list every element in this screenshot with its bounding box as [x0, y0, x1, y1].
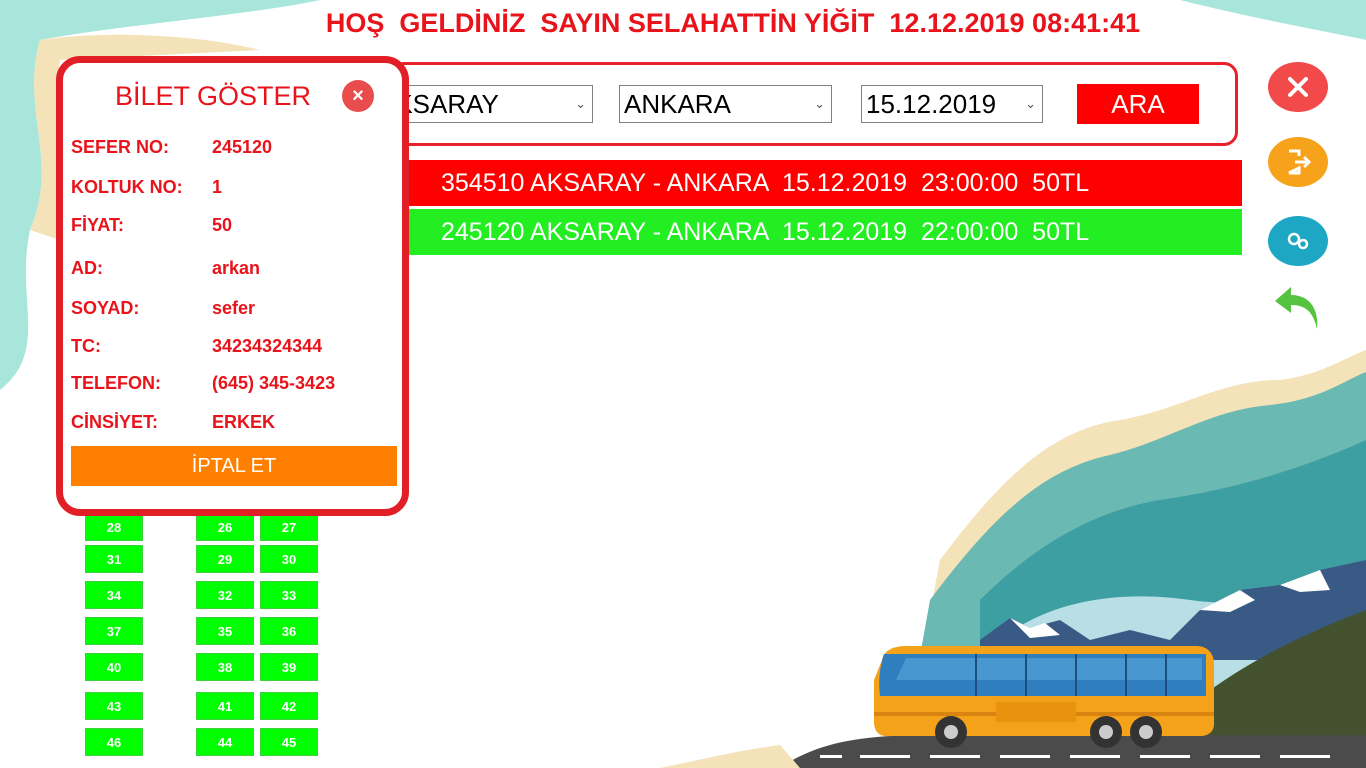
seat-button[interactable]: 27	[260, 513, 318, 541]
to-city-select[interactable]: ANKARA ⌄	[619, 85, 832, 123]
field-label: AD:	[71, 258, 103, 278]
logout-icon	[1288, 149, 1312, 175]
chevron-down-icon: ⌄	[1025, 96, 1036, 111]
trip-row-text: 354510 AKSARAY - ANKARA 15.12.2019 23:00…	[441, 169, 1090, 197]
trip-row[interactable]: 245120 AKSARAY - ANKARA 15.12.2019 22:00…	[404, 209, 1242, 255]
seat-button[interactable]: 45	[260, 728, 318, 756]
ticket-dialog: BİLET GÖSTER × SEFER NO: 245120 KOLTUK N…	[56, 56, 409, 516]
close-icon	[1288, 77, 1308, 97]
seat-button[interactable]: 35	[196, 617, 254, 645]
chevron-down-icon: ⌄	[575, 96, 586, 111]
seat-button[interactable]: 28	[85, 513, 143, 541]
seat-button[interactable]: 26	[196, 513, 254, 541]
search-panel: AKSARAY ⌄ ANKARA ⌄ 15.12.2019 ⌄ ARA	[373, 62, 1238, 146]
trip-row[interactable]: 354510 AKSARAY - ANKARA 15.12.2019 23:00…	[404, 160, 1242, 206]
seat-button[interactable]: 31	[85, 545, 143, 573]
ticket-dialog-title: BİLET GÖSTER	[114, 81, 312, 111]
seat-button[interactable]: 30	[260, 545, 318, 573]
field-value: ERKEK	[212, 412, 276, 432]
seat-button[interactable]: 43	[85, 692, 143, 720]
seat-button[interactable]: 36	[260, 617, 318, 645]
chevron-down-icon: ⌄	[814, 96, 825, 111]
field-value: 34234324344	[212, 336, 323, 356]
bus-illustration	[874, 646, 1214, 748]
field-label: TC:	[71, 336, 101, 356]
cancel-ticket-button[interactable]: İPTAL ET	[71, 446, 397, 486]
field-label: FİYAT:	[71, 215, 125, 235]
seat-button[interactable]: 39	[260, 653, 318, 681]
seat-button[interactable]: 40	[85, 653, 143, 681]
to-city-value: ANKARA	[624, 89, 731, 119]
seat-button[interactable]: 37	[85, 617, 143, 645]
settings-gears-icon	[1287, 232, 1309, 250]
seat-button[interactable]: 41	[196, 692, 254, 720]
close-icon[interactable]: ×	[342, 80, 374, 112]
welcome-header: HOŞ GELDİNİZ SAYIN SELAHATTİN YİĞİT 12.1…	[325, 8, 1141, 38]
close-app-button[interactable]	[1268, 62, 1328, 112]
field-value: arkan	[212, 258, 261, 278]
field-label: KOLTUK NO:	[71, 177, 183, 197]
field-value: 50	[212, 215, 233, 235]
seat-button[interactable]: 42	[260, 692, 318, 720]
field-value: 245120	[212, 137, 273, 157]
field-label: CİNSİYET:	[71, 412, 159, 432]
field-value: sefer	[212, 298, 256, 318]
back-button[interactable]	[1268, 283, 1328, 333]
date-value: 15.12.2019	[866, 89, 997, 119]
trip-row-text: 245120 AKSARAY - ANKARA 15.12.2019 22:00…	[441, 218, 1090, 246]
back-arrow-icon	[1275, 287, 1318, 329]
seat-button[interactable]: 44	[196, 728, 254, 756]
date-select[interactable]: 15.12.2019 ⌄	[861, 85, 1043, 123]
logout-button[interactable]	[1268, 137, 1328, 187]
search-button[interactable]: ARA	[1077, 84, 1199, 124]
seat-button[interactable]: 34	[85, 581, 143, 609]
seat-button[interactable]: 32	[196, 581, 254, 609]
seat-button[interactable]: 33	[260, 581, 318, 609]
field-value: (645) 345-3423	[212, 373, 336, 393]
seat-button[interactable]: 38	[196, 653, 254, 681]
field-label: SEFER NO:	[71, 137, 170, 157]
seat-button[interactable]: 46	[85, 728, 143, 756]
settings-button[interactable]	[1268, 216, 1328, 266]
seat-button[interactable]: 29	[196, 545, 254, 573]
field-label: TELEFON:	[71, 373, 161, 393]
field-label: SOYAD:	[71, 298, 140, 318]
field-value: 1	[212, 177, 223, 197]
